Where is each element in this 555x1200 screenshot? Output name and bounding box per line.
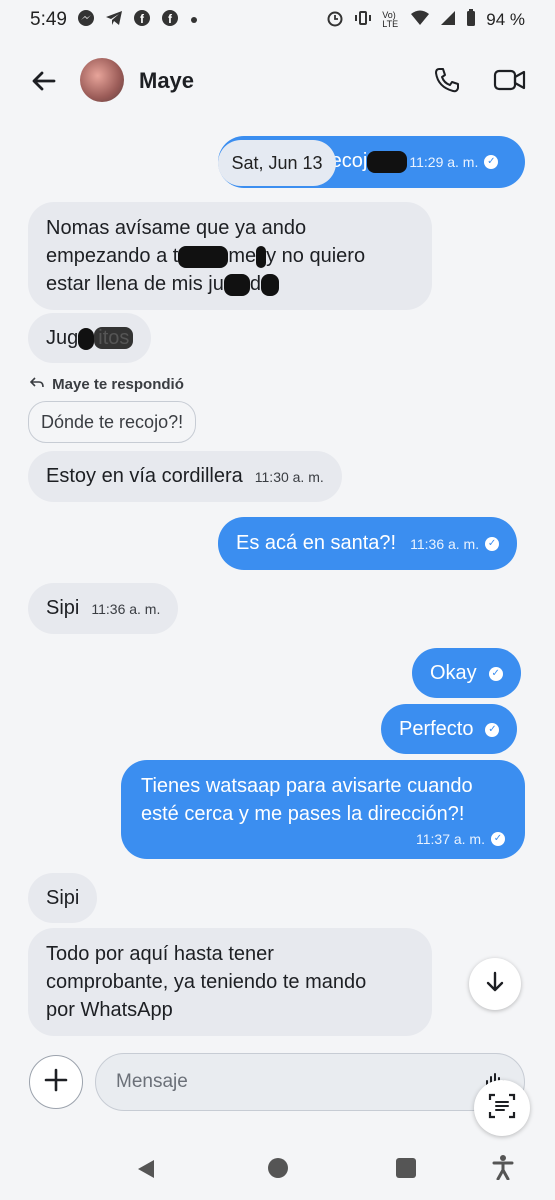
redaction bbox=[261, 273, 279, 296]
message-text: d bbox=[249, 273, 261, 295]
avatar[interactable] bbox=[80, 58, 124, 102]
message-time: 11:30 a. m. bbox=[254, 469, 324, 485]
scroll-to-bottom-button[interactable] bbox=[469, 958, 521, 1010]
reply-note: Maye te respondió bbox=[29, 376, 184, 393]
message-text: empezando a t bbox=[46, 245, 179, 267]
message-text: Sipi bbox=[46, 597, 80, 619]
network-label: Vo) LTE bbox=[382, 10, 399, 29]
nav-recents-icon[interactable] bbox=[396, 1158, 416, 1178]
reply-icon bbox=[29, 376, 48, 393]
message-text: itos bbox=[94, 327, 134, 349]
message-time: 11:37 a. m. bbox=[415, 831, 485, 847]
message-text: y no quiero bbox=[266, 245, 366, 267]
accessibility-icon[interactable] bbox=[492, 1154, 514, 1185]
signal-icon bbox=[440, 10, 456, 31]
quoted-message[interactable]: Dónde te recojo?! bbox=[28, 401, 197, 443]
navigation-bar bbox=[0, 1140, 555, 1200]
message-time: 11:36 a. m. bbox=[410, 536, 480, 552]
message-text: comprobante, ya teniendo te mando bbox=[46, 971, 367, 993]
message-text: Estoy en vía cordillera bbox=[46, 465, 243, 487]
message-text: Sipi bbox=[46, 887, 80, 909]
message-text: Jug bbox=[46, 327, 79, 349]
facebook-icon: f bbox=[161, 9, 179, 32]
phone-icon[interactable] bbox=[432, 65, 462, 95]
message-text: Perfecto bbox=[399, 718, 474, 740]
scan-text-icon bbox=[487, 1091, 517, 1126]
message-incoming[interactable]: Sipi bbox=[28, 873, 98, 923]
add-attachment-button[interactable] bbox=[29, 1055, 83, 1109]
plus-icon bbox=[43, 1067, 69, 1098]
message-incoming[interactable]: Sipi 11:36 a. m. bbox=[28, 583, 179, 634]
vibrate-icon bbox=[354, 9, 372, 32]
alarm-icon bbox=[326, 9, 344, 32]
message-incoming[interactable]: Nomas avísame que ya ando empezando a t m… bbox=[28, 202, 432, 310]
message-text: Todo por aquí hasta tener bbox=[46, 943, 274, 965]
message-outgoing[interactable]: Okay ✓ bbox=[412, 648, 521, 698]
message-text: Tienes watsaap para avisarte cuando bbox=[141, 775, 473, 797]
message-input[interactable] bbox=[95, 1053, 525, 1111]
video-camera-icon[interactable] bbox=[493, 66, 527, 94]
battery-percent: 94 % bbox=[486, 10, 525, 29]
arrow-down-icon bbox=[483, 970, 507, 999]
contact-name[interactable]: Maye bbox=[139, 68, 194, 94]
message-text: estar llena de mis ju bbox=[46, 273, 224, 295]
message-text: por WhatsApp bbox=[46, 999, 173, 1021]
messenger-icon bbox=[77, 9, 95, 32]
chat-header: Maye bbox=[0, 48, 555, 114]
wifi-icon bbox=[410, 9, 430, 32]
message-text-line: estar llena de mis ju d bbox=[46, 270, 414, 298]
message-text-line: empezando a t me y no quiero bbox=[46, 242, 414, 270]
screen-scan-button[interactable] bbox=[474, 1080, 530, 1136]
status-bar: 5:49 f f Vo) LTE 94 % bbox=[0, 0, 555, 40]
check-icon: ✓ bbox=[488, 666, 503, 681]
check-icon: ✓ bbox=[484, 154, 499, 169]
nav-home-icon[interactable] bbox=[268, 1158, 288, 1178]
redaction bbox=[367, 150, 408, 173]
check-icon: ✓ bbox=[491, 831, 505, 846]
message-meta: 11:37 a. m. ✓ bbox=[141, 828, 505, 849]
redaction bbox=[256, 245, 267, 268]
message-time: 11:29 a. m. bbox=[409, 154, 479, 170]
redaction bbox=[178, 245, 229, 268]
message-text: Es acá en santa?! bbox=[236, 532, 397, 554]
date-chip: Sat, Jun 13 bbox=[218, 140, 336, 186]
message-text: Nomas avísame que ya ando bbox=[46, 217, 307, 239]
message-incoming[interactable]: Estoy en vía cordillera 11:30 a. m. bbox=[28, 451, 342, 502]
check-icon: ✓ bbox=[485, 536, 500, 551]
redaction bbox=[223, 273, 250, 296]
check-icon: ✓ bbox=[485, 722, 500, 737]
message-incoming[interactable]: Jug itos bbox=[28, 313, 152, 363]
message-outgoing[interactable]: Tienes watsaap para avisarte cuando esté… bbox=[121, 760, 525, 859]
message-time: 11:36 a. m. bbox=[91, 601, 161, 617]
battery-icon bbox=[466, 8, 476, 32]
message-text: me bbox=[228, 245, 257, 267]
telegram-icon bbox=[105, 9, 123, 32]
back-arrow-icon[interactable] bbox=[28, 65, 60, 97]
message-incoming[interactable]: Todo por aquí hasta tener comprobante, y… bbox=[28, 928, 432, 1036]
message-text: esté cerca y me pases la dirección?! bbox=[141, 803, 465, 825]
message-outgoing[interactable]: Es acá en santa?! 11:36 a. m. ✓ bbox=[218, 517, 518, 570]
facebook-icon: f bbox=[133, 9, 151, 32]
redaction bbox=[78, 327, 95, 350]
message-text: Okay bbox=[430, 662, 477, 684]
message-outgoing[interactable]: Perfecto ✓ bbox=[381, 704, 518, 754]
reply-note-text: Maye te respondió bbox=[52, 376, 184, 393]
status-time: 5:49 bbox=[30, 9, 67, 30]
nav-back-icon[interactable] bbox=[136, 1158, 156, 1185]
dot-icon bbox=[189, 10, 199, 30]
